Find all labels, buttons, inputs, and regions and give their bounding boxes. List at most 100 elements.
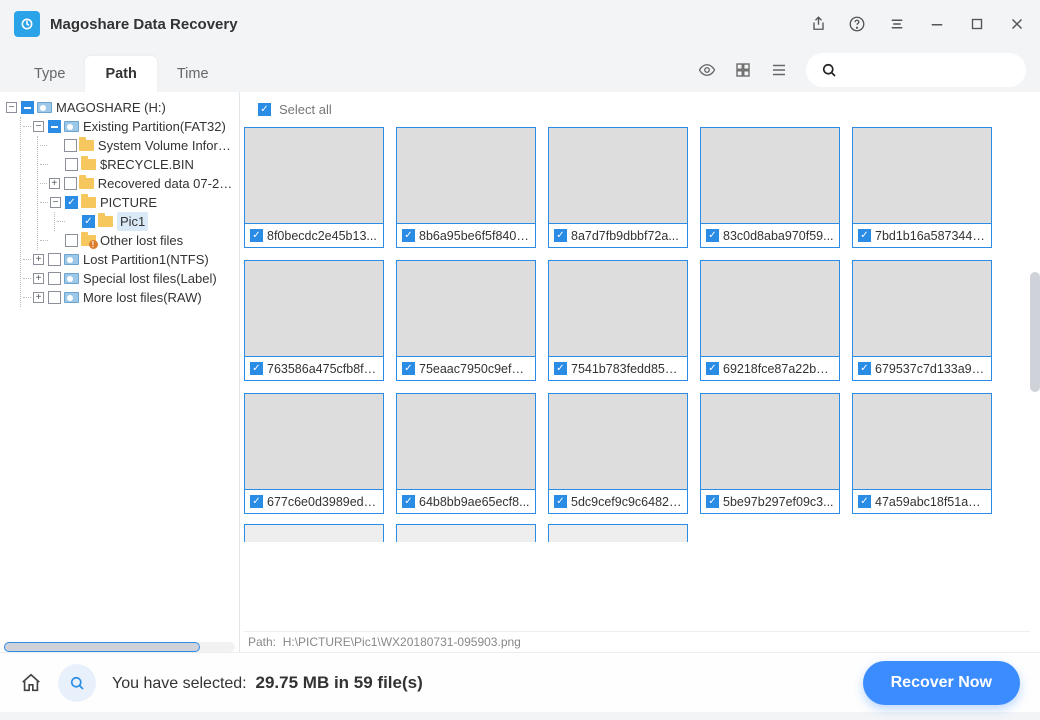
- tree-item[interactable]: $RECYCLE.BIN: [40, 155, 235, 174]
- thumbnail-item[interactable]: 75eaac7950c9efb8...: [396, 260, 536, 381]
- thumbnail-checkbox[interactable]: [858, 229, 871, 242]
- tab-path[interactable]: Path: [85, 56, 156, 92]
- thumbnail-checkbox[interactable]: [402, 229, 415, 242]
- tree-more-lost[interactable]: + More lost files(RAW): [23, 288, 235, 307]
- grid-view-icon[interactable]: [734, 61, 752, 79]
- thumbnail-grid: 8f0becdc2e45b13... 8b6a95be6f5f840e... 8a7…: [240, 123, 1040, 524]
- thumbnail-checkbox[interactable]: [706, 362, 719, 375]
- thumbnail-filename: 83c0d8aba970f59...: [723, 229, 834, 243]
- home-icon[interactable]: [20, 672, 42, 694]
- thumbnail-item[interactable]: 83c0d8aba970f59...: [700, 127, 840, 248]
- thumbnail-image: [549, 394, 687, 489]
- thumbnail-filename: 69218fce87a22b4f...: [723, 362, 834, 376]
- thumbnail-checkbox[interactable]: [706, 229, 719, 242]
- thumbnail-filename: 8b6a95be6f5f840e...: [419, 229, 530, 243]
- tree-item[interactable]: System Volume Information: [40, 136, 235, 155]
- thumbnail-filename: 75eaac7950c9efb8...: [419, 362, 530, 376]
- path-display: Path: H:\PICTURE\Pic1\WX20180731-095903.…: [244, 631, 1030, 652]
- search-input[interactable]: [806, 53, 1026, 87]
- thumbnail-checkbox[interactable]: [858, 495, 871, 508]
- thumbnail-image: [549, 261, 687, 356]
- thumbnail-image: [549, 128, 687, 223]
- preview-icon[interactable]: [698, 61, 716, 79]
- thumbnail-image: [701, 261, 839, 356]
- tree-special-lost[interactable]: + Special lost files(Label): [23, 269, 235, 288]
- thumbnail-item[interactable]: 47a59abc18f51a21...: [852, 393, 992, 514]
- tree-horizontal-scrollbar[interactable]: [4, 642, 235, 652]
- thumbnail-peek: [396, 524, 536, 542]
- title-bar: Magoshare Data Recovery: [0, 0, 1040, 48]
- thumbnail-image: [397, 128, 535, 223]
- recover-button[interactable]: Recover Now: [863, 661, 1020, 705]
- thumbnail-image: [245, 261, 383, 356]
- thumbnail-peek: [548, 524, 688, 542]
- list-view-icon[interactable]: [770, 61, 788, 79]
- folder-tree[interactable]: − MAGOSHARE (H:) − Existing Partition(FA…: [0, 92, 240, 652]
- thumbnail-filename: 8f0becdc2e45b13...: [267, 229, 378, 243]
- thumbnail-filename: 763586a475cfb8f9...: [267, 362, 378, 376]
- tree-lost-partition[interactable]: + Lost Partition1(NTFS): [23, 250, 235, 269]
- thumbnail-filename: 64b8bb9ae65ecf8...: [419, 495, 530, 509]
- thumbnail-item[interactable]: 8b6a95be6f5f840e...: [396, 127, 536, 248]
- thumbnail-image: [245, 394, 383, 489]
- thumbnail-checkbox[interactable]: [554, 362, 567, 375]
- thumbnail-image: [701, 394, 839, 489]
- content-vertical-scrollbar[interactable]: [1030, 272, 1040, 392]
- thumbnail-item[interactable]: 7541b783fedd850...: [548, 260, 688, 381]
- thumbnail-item[interactable]: 64b8bb9ae65ecf8...: [396, 393, 536, 514]
- thumbnail-image: [245, 128, 383, 223]
- thumbnail-item[interactable]: 69218fce87a22b4f...: [700, 260, 840, 381]
- thumbnail-checkbox[interactable]: [554, 229, 567, 242]
- thumbnail-filename: 8a7d7fb9dbbf72a...: [571, 229, 682, 243]
- tree-other-lost[interactable]: Other lost files: [40, 231, 235, 250]
- thumbnail-item[interactable]: 677c6e0d3989ede...: [244, 393, 384, 514]
- thumbnail-checkbox[interactable]: [250, 495, 263, 508]
- thumbnail-item[interactable]: 5dc9cef9c9c64821...: [548, 393, 688, 514]
- maximize-icon[interactable]: [968, 15, 986, 33]
- tab-type[interactable]: Type: [14, 56, 85, 92]
- thumbnail-filename: 5be97b297ef09c3...: [723, 495, 834, 509]
- tree-existing-partition[interactable]: − Existing Partition(FAT32): [23, 117, 235, 136]
- tree-pic1[interactable]: Pic1: [57, 212, 235, 231]
- thumbnail-image: [853, 394, 991, 489]
- thumbnail-item[interactable]: 8a7d7fb9dbbf72a...: [548, 127, 688, 248]
- select-all-checkbox[interactable]: [258, 103, 271, 116]
- select-all-label: Select all: [279, 102, 332, 117]
- thumbnail-filename: 679537c7d133a99f...: [875, 362, 986, 376]
- search-icon: [820, 61, 838, 79]
- thumbnail-item[interactable]: 8f0becdc2e45b13...: [244, 127, 384, 248]
- thumbnail-image: [397, 394, 535, 489]
- thumbnail-checkbox[interactable]: [858, 362, 871, 375]
- tab-time[interactable]: Time: [157, 56, 229, 92]
- content-area: Select all 8f0becdc2e45b13... 8b6a95be6f5…: [240, 92, 1040, 652]
- thumbnail-image: [701, 128, 839, 223]
- app-logo: [14, 11, 40, 37]
- tree-picture[interactable]: − PICTURE: [40, 193, 235, 212]
- minimize-icon[interactable]: [928, 15, 946, 33]
- tree-root[interactable]: − MAGOSHARE (H:): [6, 98, 235, 117]
- thumbnail-checkbox[interactable]: [706, 495, 719, 508]
- thumbnail-filename: 7541b783fedd850...: [571, 362, 682, 376]
- thumbnail-image: [853, 128, 991, 223]
- thumbnail-item[interactable]: 5be97b297ef09c3...: [700, 393, 840, 514]
- share-icon[interactable]: [808, 15, 826, 33]
- thumbnail-item[interactable]: 679537c7d133a99f...: [852, 260, 992, 381]
- app-title: Magoshare Data Recovery: [50, 16, 238, 33]
- close-icon[interactable]: [1008, 15, 1026, 33]
- selection-summary: You have selected: 29.75 MB in 59 file(s…: [112, 673, 423, 693]
- thumbnail-item[interactable]: 7bd1b16a5873445...: [852, 127, 992, 248]
- thumbnail-checkbox[interactable]: [554, 495, 567, 508]
- thumbnail-checkbox[interactable]: [250, 362, 263, 375]
- help-icon[interactable]: [848, 15, 866, 33]
- tree-item[interactable]: + Recovered data 07-27-2021: [40, 174, 235, 193]
- thumbnail-filename: 47a59abc18f51a21...: [875, 495, 986, 509]
- thumbnail-item[interactable]: 763586a475cfb8f9...: [244, 260, 384, 381]
- deep-search-button[interactable]: [58, 664, 96, 702]
- footer: You have selected: 29.75 MB in 59 file(s…: [0, 652, 1040, 712]
- thumbnail-checkbox[interactable]: [402, 362, 415, 375]
- thumbnail-checkbox[interactable]: [402, 495, 415, 508]
- view-tabs: Type Path Time: [14, 48, 229, 92]
- thumbnail-checkbox[interactable]: [250, 229, 263, 242]
- toolbar: Type Path Time: [0, 48, 1040, 92]
- menu-icon[interactable]: [888, 15, 906, 33]
